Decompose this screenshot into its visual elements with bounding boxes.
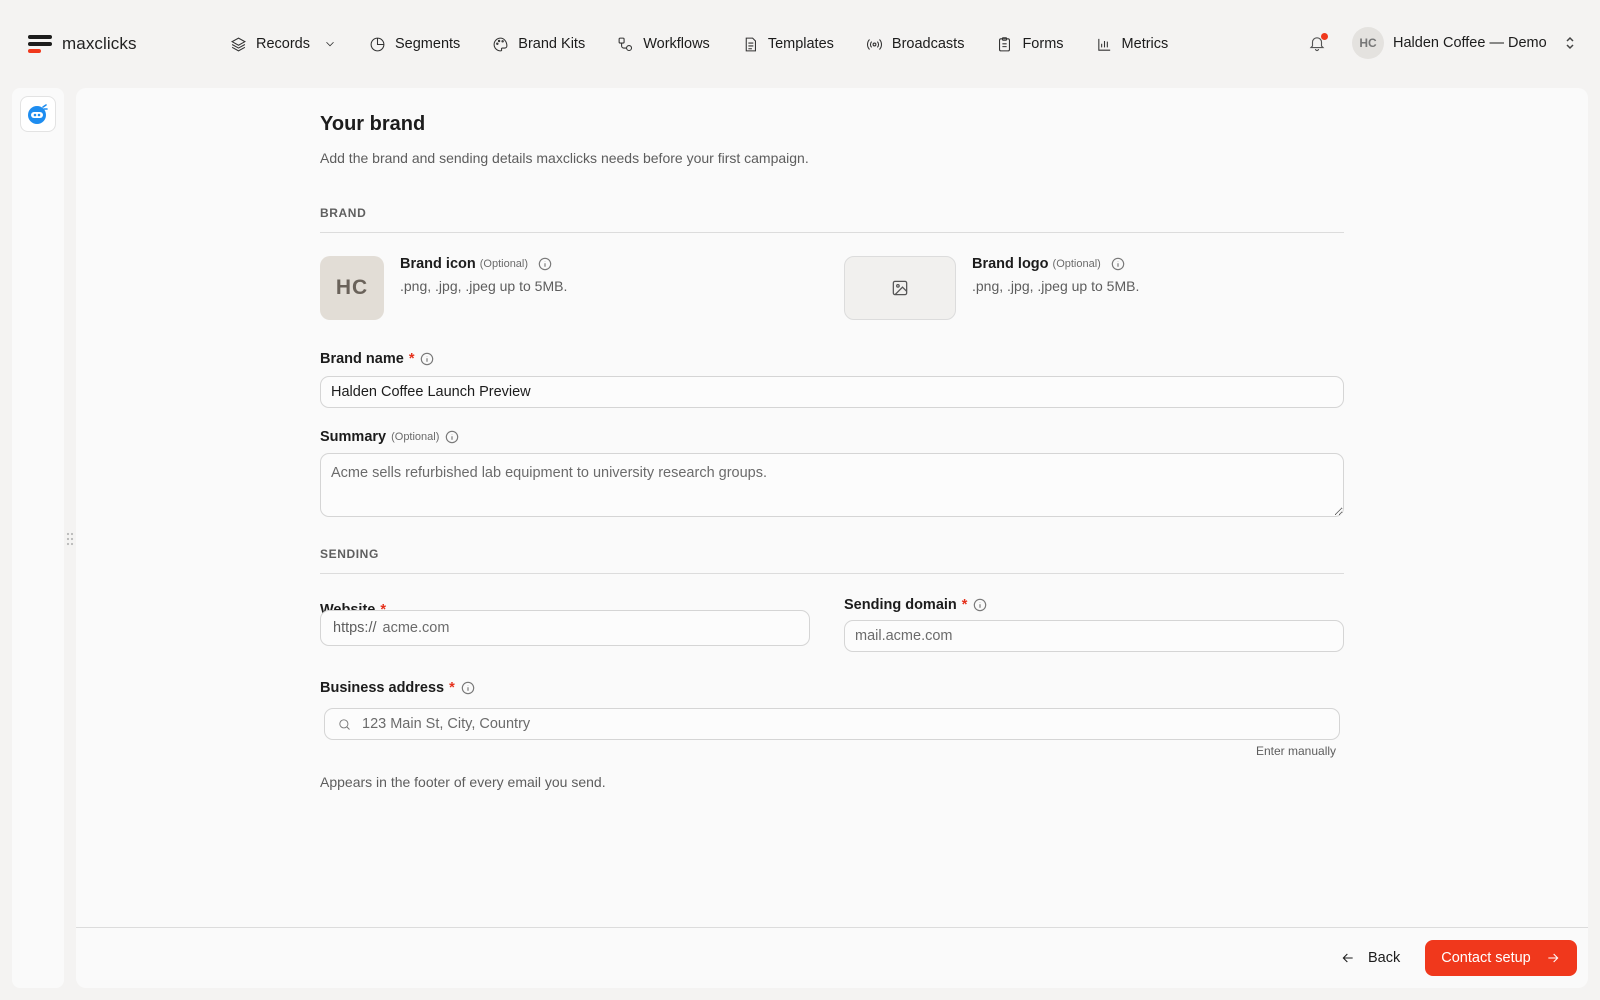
document-icon [745,37,756,51]
notification-dot [1321,33,1328,40]
chevron-up-down-icon [1564,36,1576,50]
layers-icon [231,37,246,51]
nav-item-label: Forms [1022,36,1064,52]
nav-item-templates[interactable]: Templates [742,36,834,53]
nav-item-metrics[interactable]: Metrics [1096,36,1169,53]
nav-item-forms[interactable]: Forms [996,36,1064,53]
nav-item-label: Records [256,36,310,52]
contact-setup-button[interactable]: Contact setup [1425,940,1577,976]
app-name: maxclicks [62,34,137,53]
bar-chart-icon [1097,38,1110,51]
nav-item-workflows[interactable]: Workflows [617,36,710,53]
enter-manually-link[interactable]: Enter manually [1256,744,1336,758]
business-address-input[interactable] [362,716,1327,732]
avatar: HC [1352,27,1384,59]
main-nav: Records Segments Brand Kits Workflows Te… [230,30,1200,58]
nav-item-label: Templates [767,36,834,52]
left-rail [12,88,64,988]
chevron-down-icon [326,41,334,47]
search-icon [339,718,350,730]
contact-setup-label: Contact setup [1441,950,1531,966]
nav-item-label: Brand Kits [518,36,586,52]
palette-icon [493,37,508,51]
arrow-right-icon [1548,953,1559,963]
bot-icon [28,104,48,124]
notifications-button[interactable] [1308,33,1328,54]
footer-divider [76,927,1588,928]
app-logo[interactable]: maxclicks [28,33,137,55]
nav-item-records[interactable]: Records [230,36,337,53]
broadcast-icon [866,38,882,50]
top-navigation-bar: maxclicks Records Segments Brand Kits Wo… [0,0,1600,88]
account-switcher[interactable]: HC Halden Coffee — Demo [1352,27,1576,59]
pie-icon [370,37,385,51]
nav-item-label: Broadcasts [891,36,965,52]
nav-item-broadcasts[interactable]: Broadcasts [866,36,965,53]
back-label: Back [1368,950,1401,966]
form-overlay [320,88,1344,988]
nav-item-segments[interactable]: Segments [369,36,460,53]
nav-item-brand-kits[interactable]: Brand Kits [492,36,585,53]
back-button[interactable]: Back [1332,940,1408,976]
arrow-left-icon [1342,953,1353,963]
workflow-icon [618,37,633,51]
nav-item-label: Metrics [1121,36,1169,52]
nav-item-label: Segments [395,36,461,52]
clipboard-icon [999,36,1011,51]
account-name: Halden Coffee — Demo [1393,35,1547,51]
business-address-footnote: Appears in the footer of every email you… [320,774,606,790]
maxclicks-logo-icon [28,33,52,55]
business-address-field[interactable] [324,708,1340,740]
assistant-bot-button[interactable] [20,96,56,132]
resize-handle[interactable] [66,532,74,546]
nav-item-label: Workflows [643,36,710,52]
